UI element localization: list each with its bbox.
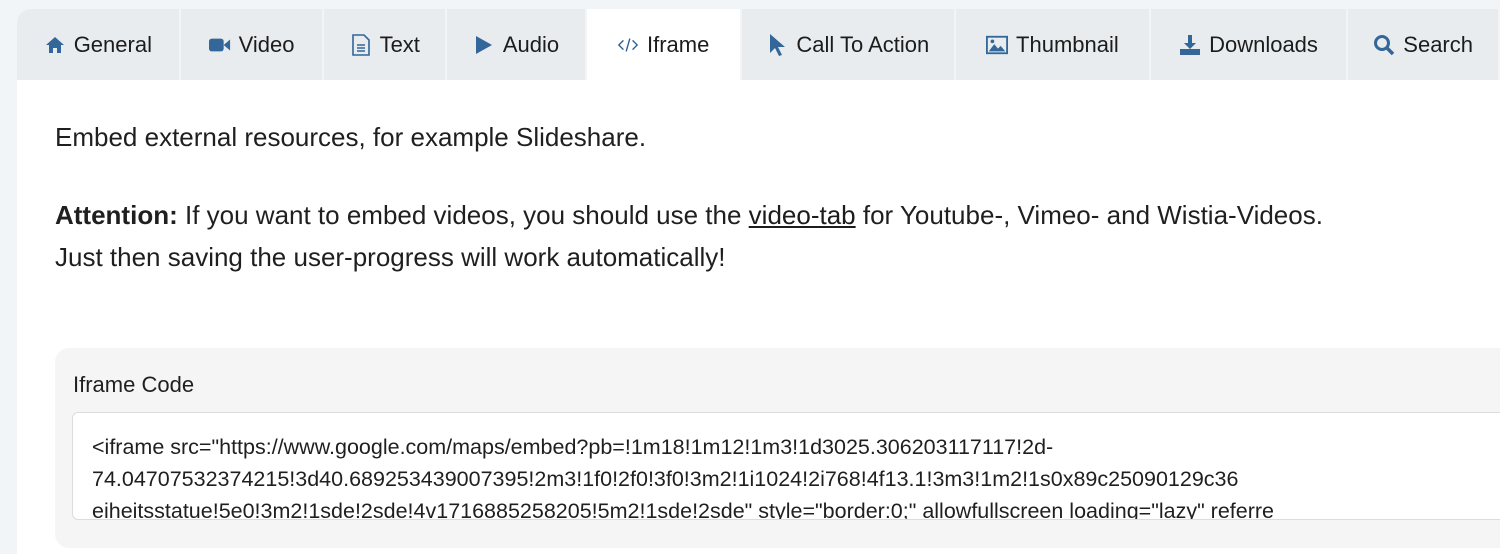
code-line: eiheitsstatue!5e0!3m2!1sde!2sde!4v171688… — [92, 499, 1274, 520]
tab-label: Audio — [502, 31, 560, 57]
tab-label: Iframe — [647, 31, 710, 57]
attention-line2: Just then saving the user-progress will … — [55, 242, 726, 272]
video-tab-link[interactable]: video-tab — [749, 200, 856, 230]
tab-downloads[interactable]: Downloads — [1150, 9, 1347, 80]
tab-label: Call To Action — [796, 31, 930, 57]
tab-audio[interactable]: Audio — [447, 9, 585, 80]
tab-text[interactable]: Text — [324, 9, 446, 80]
code-icon — [617, 34, 639, 56]
tab-label: Thumbnail — [1016, 31, 1119, 57]
code-line: <iframe src="https://www.google.com/maps… — [92, 435, 1054, 459]
video-camera-icon — [208, 34, 231, 56]
tab-label: General — [73, 31, 152, 57]
document-icon — [350, 33, 372, 56]
iframe-code-group: Iframe Code <iframe src="https://www.goo… — [55, 348, 1500, 548]
tab-search[interactable]: Search — [1348, 9, 1498, 80]
iframe-code-textarea[interactable]: <iframe src="https://www.google.com/maps… — [72, 412, 1500, 520]
attention-label: Attention: — [55, 200, 178, 230]
code-line: 74.04707532374215!3d40.689253439007395!2… — [92, 467, 1239, 491]
tab-general[interactable]: General — [17, 9, 179, 80]
search-icon — [1373, 34, 1395, 56]
iframe-tab-panel: Embed external resources, for example Sl… — [17, 80, 1500, 554]
attention-note: Attention: If you want to embed videos, … — [55, 194, 1323, 278]
intro-text: Embed external resources, for example Sl… — [55, 122, 647, 152]
tab-bar: General Video Text Audio Iframe Call To … — [17, 9, 1500, 80]
tab-label: Downloads — [1209, 31, 1318, 57]
tab-call-to-action[interactable]: Call To Action — [741, 9, 955, 80]
cursor-icon — [766, 33, 788, 56]
attention-text: If you want to embed videos, you should … — [177, 200, 749, 230]
tab-label: Text — [379, 31, 420, 57]
attention-text-end: for Youtube-, Vimeo- and Wistia-Videos. — [855, 200, 1323, 230]
tab-label: Search — [1403, 31, 1473, 57]
tab-video[interactable]: Video — [180, 9, 323, 80]
image-icon — [986, 34, 1009, 56]
tab-thumbnail[interactable]: Thumbnail — [956, 9, 1149, 80]
iframe-code-label: Iframe Code — [73, 372, 195, 397]
tab-iframe[interactable]: Iframe — [586, 9, 740, 80]
download-icon — [1179, 34, 1201, 56]
play-icon — [473, 34, 495, 56]
home-icon — [44, 34, 66, 56]
tab-label: Video — [238, 31, 295, 57]
